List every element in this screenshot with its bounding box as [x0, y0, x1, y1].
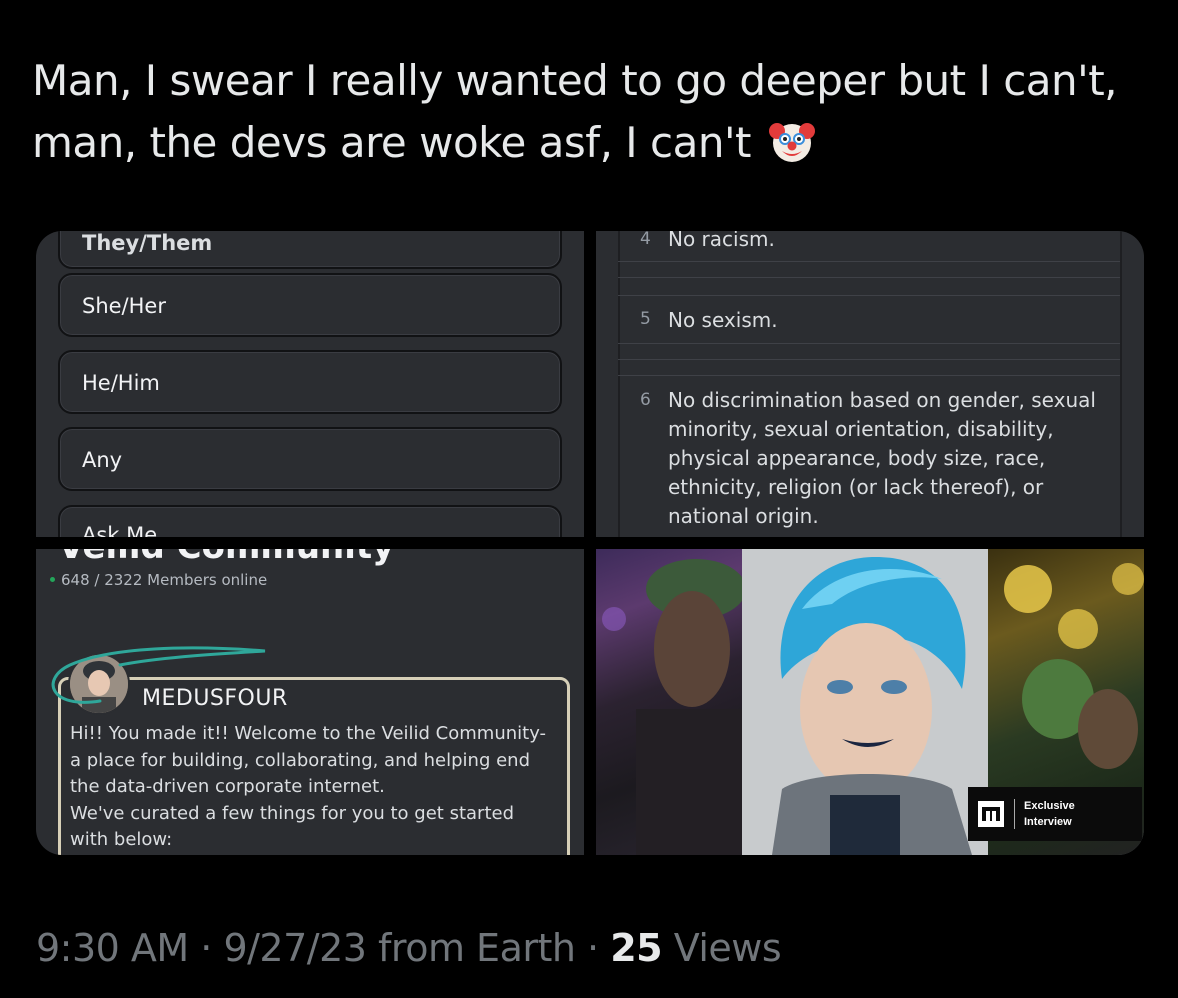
community-screenshot[interactable]: Veilid Community 648 / 2322 Members onli… [36, 549, 584, 855]
photo-segment-left [596, 549, 746, 855]
rule-text: No discrimination based on gender, sexua… [668, 388, 1096, 528]
tweet-text: Man, I swear I really wanted to go deepe… [32, 50, 1142, 174]
tweet-line-1: Man, I swear I really wanted to go deepe… [32, 56, 1118, 105]
divider [618, 343, 1120, 344]
views-label: Views [673, 926, 782, 970]
badge-text: Exclusive Interview [1024, 800, 1075, 828]
rules-screenshot[interactable]: 4 No racism. 5 No sexism. 6 No discrimin… [596, 231, 1144, 537]
views-count: 25 [610, 926, 663, 970]
community-title: Veilid Community [58, 549, 394, 567]
publisher-logo-icon [978, 801, 1004, 827]
panel-edge [1120, 231, 1122, 537]
pronoun-label: She/Her [82, 294, 166, 318]
online-count: 648 / 2322 Members online [50, 571, 267, 589]
pronoun-option-they-them: They/Them [58, 231, 562, 269]
tweet-time[interactable]: 9:30 AM [36, 926, 189, 970]
online-dot-icon [50, 577, 55, 582]
pronoun-label: He/Him [82, 371, 160, 395]
pronoun-option-he-him: He/Him [58, 350, 562, 414]
pronouns-screenshot[interactable]: They/Them She/Her He/Him Any Ask Me [36, 231, 584, 537]
divider [618, 261, 1120, 262]
divider [618, 295, 1120, 296]
rule-text: No sexism. [668, 308, 778, 332]
divider [618, 375, 1120, 376]
pronoun-option-ask-me: Ask Me [58, 505, 562, 537]
clown-face-emoji-icon [768, 117, 816, 165]
rule-number: 6 [640, 390, 651, 410]
rule-number: 4 [640, 231, 651, 249]
pronoun-label: Any [82, 448, 123, 472]
divider [618, 359, 1120, 360]
badge-divider [1014, 799, 1015, 829]
scribble-circle-icon [51, 646, 266, 704]
tweet-metadata: 9:30 AM · 9/27/23 from Earth · 25 Views [36, 926, 782, 970]
media-grid[interactable]: They/Them She/Her He/Him Any Ask Me 4 No… [36, 231, 1144, 855]
tweet-location: from Earth [378, 926, 576, 970]
tweet-line-2: man, the devs are woke asf, I can't [32, 118, 751, 167]
cut-off-header-text [420, 0, 720, 8]
pronoun-option-any: Any [58, 427, 562, 491]
welcome-message: Hi!! You made it!! Welcome to the Veilid… [70, 723, 547, 850]
tweet-date[interactable]: 9/27/23 [223, 926, 367, 970]
rule-number: 5 [640, 309, 651, 329]
rule-text: No racism. [668, 231, 775, 251]
pronoun-option-she-her: She/Her [58, 273, 562, 337]
photo-segment-portrait [742, 549, 988, 855]
exclusive-interview-badge: Exclusive Interview [968, 787, 1142, 841]
divider [618, 277, 1120, 278]
